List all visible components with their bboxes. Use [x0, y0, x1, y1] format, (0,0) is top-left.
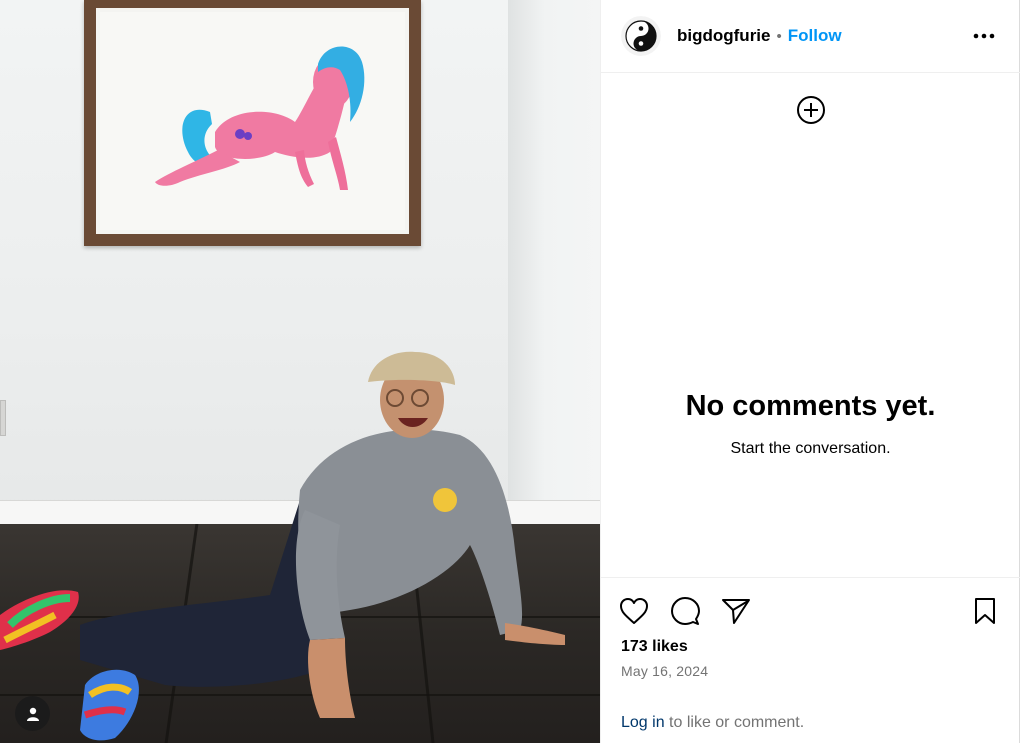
- post-actions: 173 likes May 16, 2024 Log in to like or…: [601, 577, 1020, 743]
- tagged-users-button[interactable]: [15, 696, 50, 731]
- login-prompt: Log in to like or comment.: [621, 714, 804, 732]
- post-side-panel: bigdogfurie • Follow No comments yet. St…: [600, 0, 1020, 743]
- save-button[interactable]: [969, 595, 1001, 627]
- empty-comments-title: No comments yet.: [685, 390, 936, 422]
- framed-painting: [84, 0, 421, 246]
- post-photo[interactable]: [0, 0, 600, 743]
- empty-comments-subtitle: Start the conversation.: [730, 440, 891, 457]
- person-sitting: [0, 351, 565, 741]
- profile-avatar[interactable]: [621, 16, 661, 56]
- pony-artwork: [155, 46, 365, 190]
- add-circle-icon: [797, 96, 825, 124]
- username-link[interactable]: bigdogfurie: [677, 26, 770, 46]
- more-options-button[interactable]: [972, 24, 996, 48]
- more-horizontal-icon: [973, 33, 995, 39]
- like-button[interactable]: [618, 595, 650, 627]
- share-icon: [722, 599, 750, 624]
- share-button[interactable]: [720, 595, 752, 627]
- bookmark-icon: [975, 598, 995, 624]
- post-date[interactable]: May 16, 2024: [621, 663, 708, 679]
- comments-section: No comments yet. Start the conversation.: [601, 74, 1020, 577]
- login-link[interactable]: Log in: [621, 714, 665, 731]
- add-comment-button[interactable]: [796, 95, 826, 125]
- separator-dot: •: [776, 27, 782, 45]
- comment-icon: [671, 597, 700, 625]
- yin-yang-icon: [621, 16, 661, 56]
- post-header: bigdogfurie • Follow: [601, 0, 1020, 73]
- user-icon: [26, 707, 39, 721]
- login-prompt-text: to like or comment.: [664, 714, 805, 731]
- likes-count[interactable]: 173 likes: [621, 638, 688, 656]
- follow-button[interactable]: Follow: [788, 26, 842, 46]
- comment-button[interactable]: [669, 595, 701, 627]
- heart-icon: [620, 598, 648, 624]
